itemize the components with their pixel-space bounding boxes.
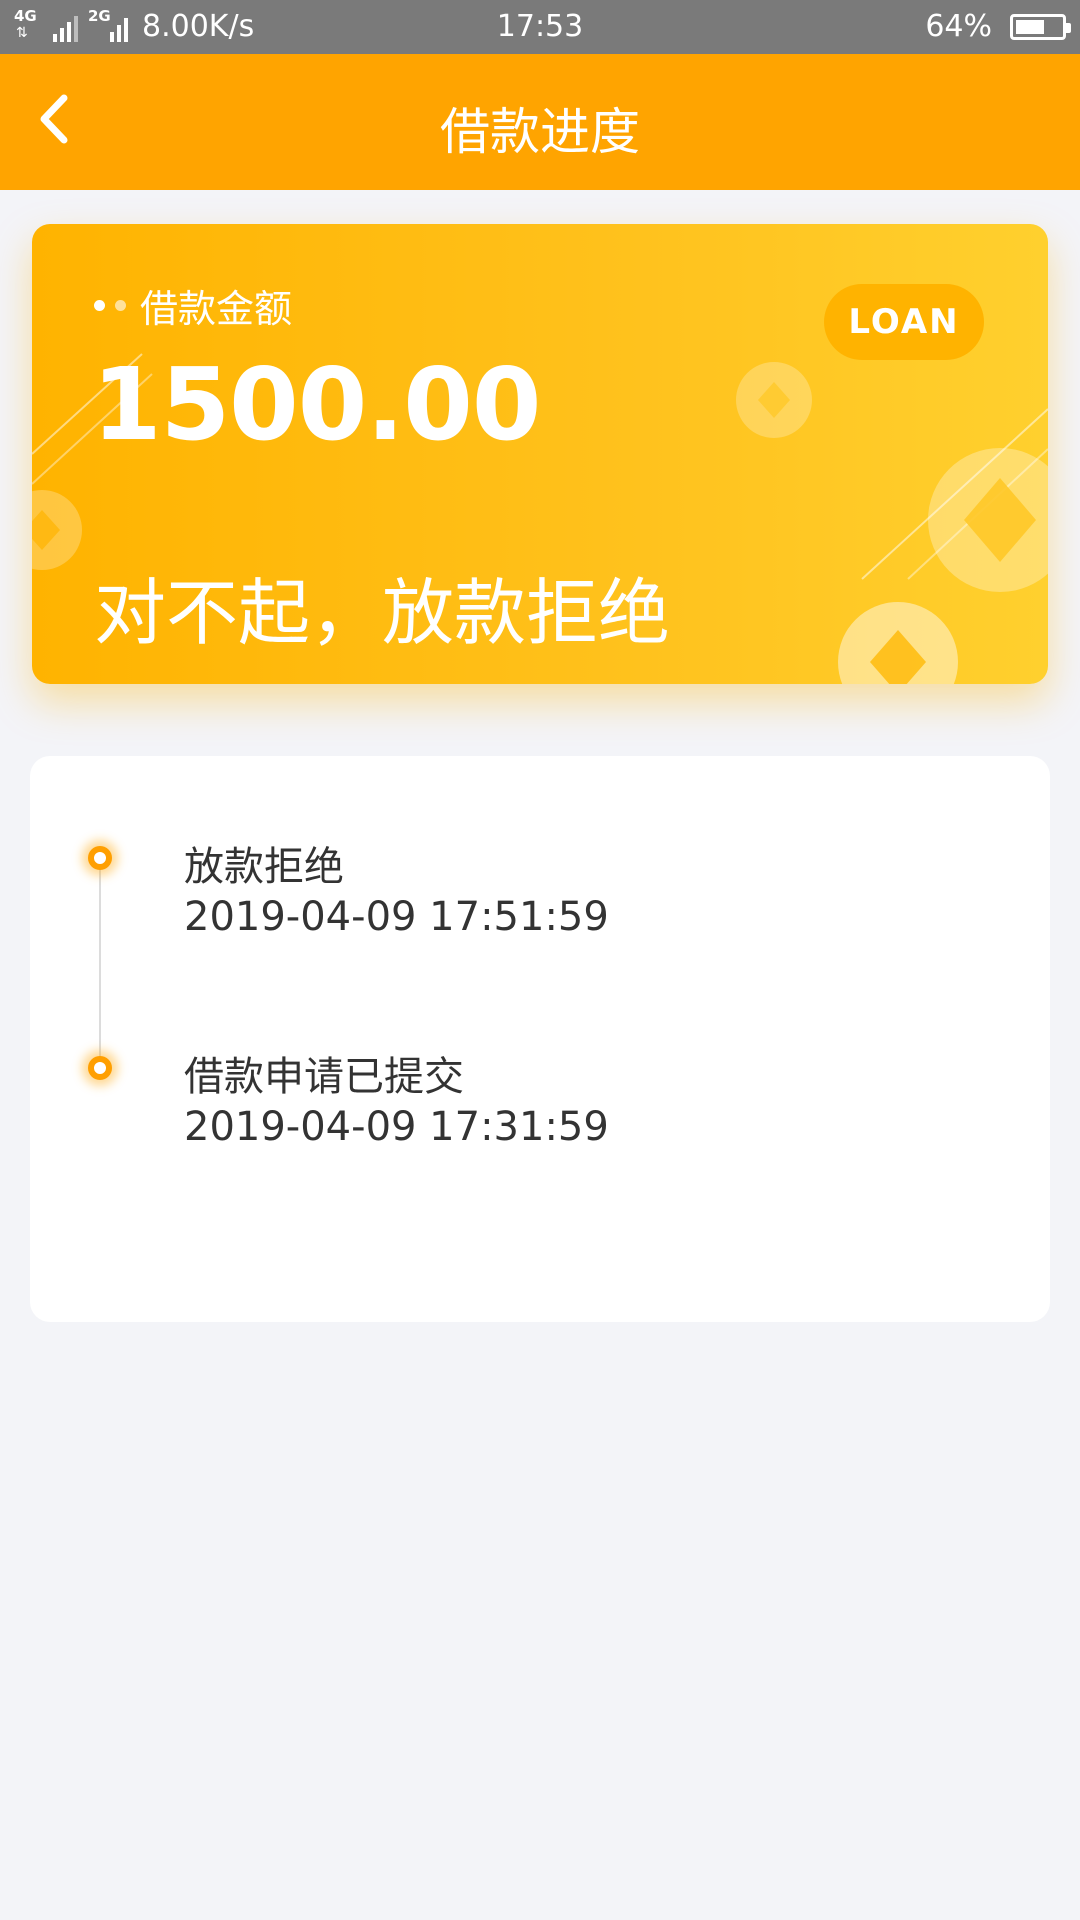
clock: 17:53 xyxy=(496,9,584,44)
progress-timeline: 放款拒绝 2019-04-09 17:51:59 借款申请已提交 2019-04… xyxy=(30,756,1050,1322)
timeline-item-time: 2019-04-09 17:51:59 xyxy=(184,894,609,940)
loan-status-text: 对不起，放款拒绝 xyxy=(94,571,671,655)
status-bar-right: 64% xyxy=(925,9,1071,44)
battery-percent: 64% xyxy=(925,9,992,44)
loan-amount: 1500.00 xyxy=(92,346,541,463)
timeline-item-time: 2019-04-09 17:31:59 xyxy=(184,1104,609,1150)
timeline-dot-icon xyxy=(88,1056,112,1080)
loan-badge: LOAN xyxy=(824,284,984,360)
timeline-item-title: 放款拒绝 xyxy=(184,844,344,890)
timeline-dot-icon xyxy=(88,846,112,870)
amount-label: 借款金额 xyxy=(94,278,292,333)
loan-amount-card: 借款金额 1500.00 LOAN 对不起，放款拒绝 xyxy=(32,224,1048,684)
dots-icon xyxy=(94,300,126,311)
timeline-connector xyxy=(99,866,101,1066)
timeline-item-title: 借款申请已提交 xyxy=(184,1054,464,1100)
battery-icon xyxy=(1010,13,1071,40)
status-bar: 4G ⇅ 2G 8.00K/s 17:53 64% xyxy=(0,0,1080,54)
page-title: 借款进度 xyxy=(440,103,640,161)
header-bar: 借款进度 xyxy=(0,54,1080,190)
amount-label-text: 借款金额 xyxy=(140,287,293,331)
